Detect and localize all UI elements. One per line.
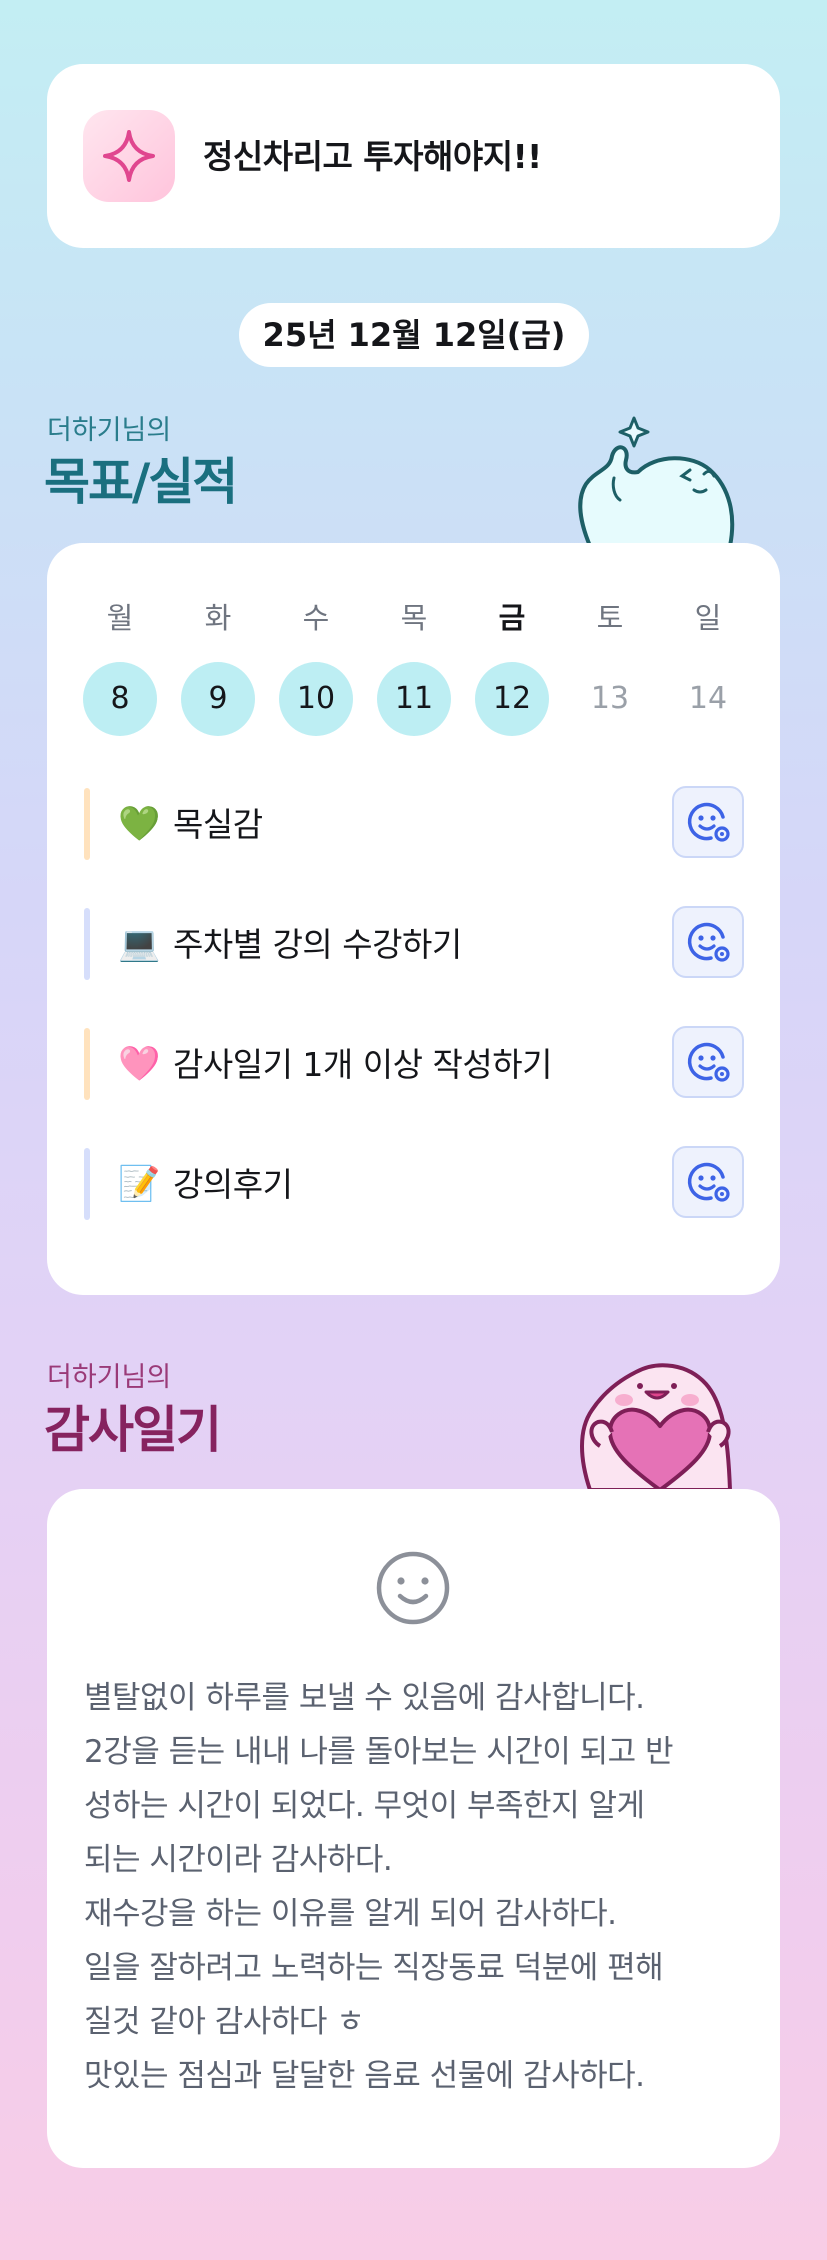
smile-add-icon xyxy=(687,922,730,962)
day-12-button[interactable]: 12 xyxy=(475,662,549,736)
goals-section-title: 목표/실적 xyxy=(44,453,238,511)
add-record-button[interactable] xyxy=(672,1146,744,1218)
weekday-label: 수 xyxy=(302,601,330,635)
goal-item: 💚 목실감 xyxy=(84,786,744,862)
weekday-label: 월 xyxy=(106,601,134,635)
ghost-mascot-illustration xyxy=(570,404,750,550)
smile-add-icon xyxy=(687,1042,730,1082)
green-heart-icon: 💚 xyxy=(118,804,161,844)
day-11-button[interactable]: 11 xyxy=(377,662,451,736)
goal-label: 강의후기 xyxy=(173,1165,293,1204)
laptop-icon: 💻 xyxy=(118,924,161,964)
sparkle-icon xyxy=(83,110,175,202)
weekday-label: 일 xyxy=(694,601,722,635)
weekday-label-selected: 금 xyxy=(498,601,526,635)
memo-icon: 📝 xyxy=(118,1164,161,1204)
day-10-button[interactable]: 10 xyxy=(279,662,353,736)
goal-accent-bar xyxy=(84,1148,90,1220)
goal-item: 💻 주차별 강의 수강하기 xyxy=(84,906,744,982)
day-13-button[interactable]: 13 xyxy=(573,662,647,736)
goal-label: 감사일기 1개 이상 작성하기 xyxy=(173,1045,552,1084)
day-8-button[interactable]: 8 xyxy=(83,662,157,736)
date-pill[interactable]: 25년 12월 12일(금) xyxy=(239,303,589,367)
goal-accent-bar xyxy=(84,1028,90,1100)
diary-section-subtitle: 더하기님의 xyxy=(47,1362,172,1393)
goal-label: 목실감 xyxy=(173,805,263,844)
heart-mascot-illustration xyxy=(570,1350,750,1494)
goal-accent-bar xyxy=(84,908,90,980)
goal-accent-bar xyxy=(84,788,90,860)
weekday-label: 토 xyxy=(596,601,624,635)
gratitude-diary-card[interactable]: 별탈없이 하루를 보낼 수 있음에 감사합니다. 2강을 듣는 내내 나를 돌아… xyxy=(47,1489,780,2168)
goal-item: 📝 강의후기 xyxy=(84,1146,744,1222)
weekday-label: 목 xyxy=(400,601,428,635)
smile-add-icon xyxy=(687,1162,730,1202)
add-record-button[interactable] xyxy=(672,786,744,858)
goal-banner-card: 정신차리고 투자해야지!! xyxy=(47,64,780,248)
day-9-button[interactable]: 9 xyxy=(181,662,255,736)
goal-label: 주차별 강의 수강하기 xyxy=(173,925,462,964)
goals-card: 월 화 수 목 금 토 일 8 9 10 11 12 13 14 💚 목실감 💻… xyxy=(47,543,780,1295)
add-record-button[interactable] xyxy=(672,1026,744,1098)
diary-section-title: 감사일기 xyxy=(44,1401,222,1459)
day-14-button[interactable]: 14 xyxy=(671,662,745,736)
goal-item: 🩷 감사일기 1개 이상 작성하기 xyxy=(84,1026,744,1102)
smile-add-icon xyxy=(687,802,730,842)
add-record-button[interactable] xyxy=(672,906,744,978)
weekday-label: 화 xyxy=(204,601,232,635)
goal-banner-title: 정신차리고 투자해야지!! xyxy=(203,137,542,176)
pink-heart-icon: 🩷 xyxy=(118,1044,161,1084)
diary-body-text: 별탈없이 하루를 보낼 수 있음에 감사합니다. 2강을 듣는 내내 나를 돌아… xyxy=(84,1680,674,2094)
smile-icon xyxy=(374,1549,452,1631)
